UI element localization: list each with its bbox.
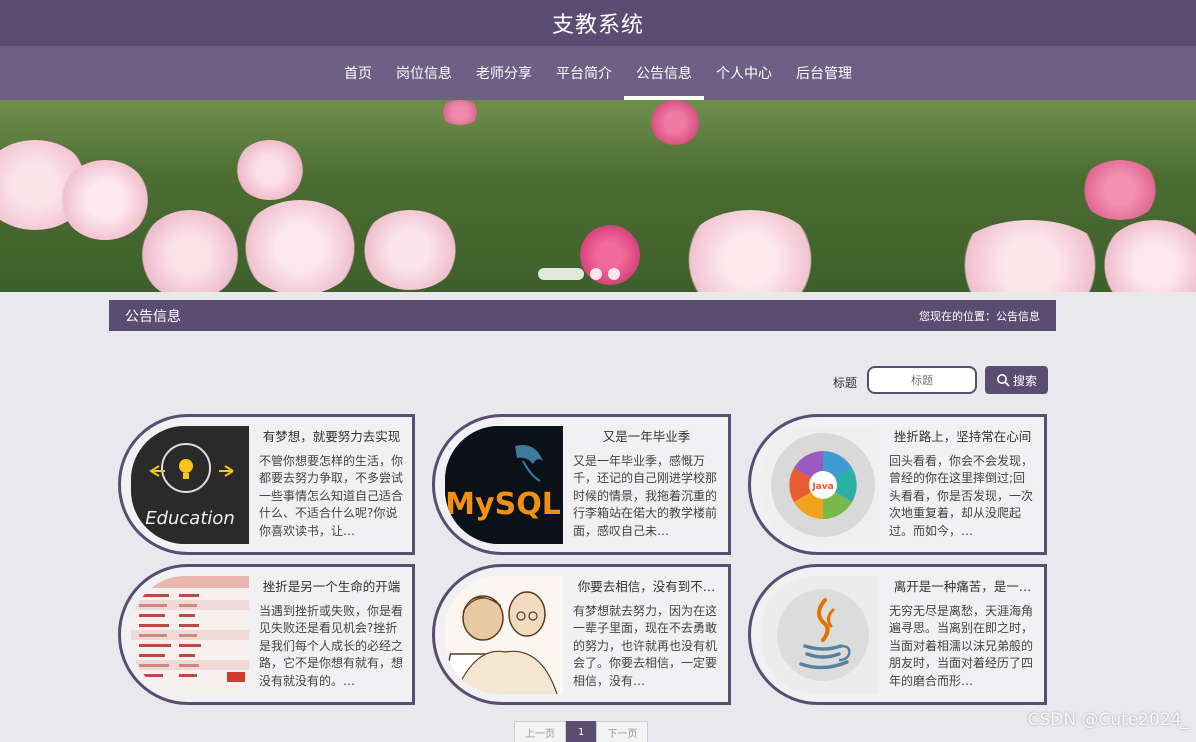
announcement-grid: Education 有梦想，就要努力去实现 不管你想要怎样的生活，你都要去努力争… — [118, 414, 1047, 705]
site-title: 支教系统 — [551, 13, 644, 38]
card-text: 有梦想，就要努力去实现 不管你想要怎样的生活，你都要去努力争取，不多尝试一些事情… — [249, 426, 412, 544]
pagination: 上一页 1 下一页 — [514, 721, 649, 742]
search-label: 标题 — [833, 376, 858, 390]
search-icon — [996, 374, 1010, 387]
java-diagram-image: Java — [761, 425, 879, 544]
announcement-card[interactable]: 离开是一种痛苦，是一… 无穷无尽是离愁，天涯海角遍寻思。当离别在即之时，当面对着… — [748, 564, 1047, 705]
next-page-button[interactable]: 下一页 — [596, 721, 649, 742]
card-text: 挫折路上，坚持常在心间 回头看看，你会不会发现，曾经的你在这里摔倒过;回头看看，… — [879, 426, 1044, 544]
card-summary: 不管你想要怎样的生活，你都要去努力争取，不多尝试一些事情怎么知道自己适合什么、不… — [259, 453, 404, 538]
current-page[interactable]: 1 — [566, 721, 597, 742]
card-title[interactable]: 你要去相信，没有到不… — [573, 576, 720, 595]
nav-item-announcements[interactable]: 公告信息 — [624, 46, 704, 100]
nav-item-about[interactable]: 平台简介 — [544, 46, 624, 100]
card-thumbnail: Education — [131, 425, 249, 544]
card-thumbnail — [761, 575, 879, 694]
search-button-label: 搜索 — [1012, 373, 1037, 388]
banner-flower — [360, 210, 460, 290]
svg-text:Education: Education — [145, 508, 235, 529]
announcement-card[interactable]: Education 有梦想，就要努力去实现 不管你想要怎样的生活，你都要去努力争… — [118, 414, 415, 555]
section-title: 公告信息 — [125, 308, 181, 325]
banner-flower — [60, 160, 150, 240]
education-image: Education — [131, 425, 249, 544]
announcement-card[interactable]: Java 挫折路上，坚持常在心间 回头看看，你会不会发现，曾经的你在这里摔倒过;… — [748, 414, 1047, 555]
nav-item-profile[interactable]: 个人中心 — [704, 46, 784, 100]
card-title[interactable]: 挫折是另一个生命的开端 — [259, 576, 404, 595]
search-button[interactable]: 搜索 — [985, 366, 1048, 394]
watermark: CSDN @Cute2024_ — [1027, 710, 1190, 730]
card-title[interactable]: 有梦想，就要努力去实现 — [259, 426, 404, 445]
banner-flower — [140, 210, 240, 292]
card-summary: 回头看看，你会不会发现，曾经的你在这里摔倒过;回头看看，你是否发现，一次次地重复… — [889, 453, 1034, 538]
card-thumbnail: MySQL — [445, 425, 563, 544]
card-title[interactable]: 又是一年毕业季 — [573, 426, 720, 445]
java-logo-image — [761, 575, 879, 694]
nav-item-home[interactable]: 首页 — [332, 46, 384, 100]
nav-item-teacher-share[interactable]: 老师分享 — [464, 46, 544, 100]
main-nav: 首页 岗位信息 老师分享 平台简介 公告信息 个人中心 后台管理 — [0, 46, 1196, 100]
banner-flower — [1080, 160, 1160, 220]
nav-item-admin[interactable]: 后台管理 — [784, 46, 864, 100]
prev-page-button[interactable]: 上一页 — [514, 721, 566, 742]
carousel-dot[interactable] — [590, 268, 602, 280]
svg-text:MySQL: MySQL — [445, 487, 561, 522]
carousel-dots — [538, 268, 620, 280]
breadcrumb: 您现在的位置：公告信息 — [919, 309, 1040, 323]
banner-flower — [950, 220, 1110, 292]
announcement-card[interactable]: 挫折是另一个生命的开端 当遇到挫折或失败，你是看见失败还是看见机会?挫折是我们每… — [118, 564, 415, 705]
nav-item-jobs[interactable]: 岗位信息 — [384, 46, 464, 100]
banner-flower — [680, 210, 820, 292]
carousel-dot-active[interactable] — [538, 268, 584, 280]
banner-carousel[interactable] — [0, 100, 1196, 292]
banner-flower — [240, 200, 360, 292]
banner-flower — [235, 140, 305, 200]
card-summary: 又是一年毕业季，感慨万千，还记的自己刚进学校那时候的情景，我拖着沉重的行李箱站在… — [573, 453, 718, 538]
banner-flower — [440, 100, 480, 125]
spreadsheet-image — [131, 575, 249, 694]
card-summary: 有梦想就去努力，因为在这一辈子里面，现在不去勇敢的努力，也许就再也没有机会了。你… — [573, 603, 718, 688]
card-text: 又是一年毕业季 又是一年毕业季，感慨万千，还记的自己刚进学校那时候的情景，我拖着… — [563, 426, 728, 544]
banner-flower — [1100, 220, 1196, 292]
card-thumbnail — [445, 575, 563, 694]
carousel-dot[interactable] — [608, 268, 620, 280]
search-input[interactable] — [867, 366, 977, 394]
announcement-card[interactable]: MySQL 又是一年毕业季 又是一年毕业季，感慨万千，还记的自己刚进学校那时候的… — [432, 414, 731, 555]
announcement-card[interactable]: 你要去相信，没有到不… 有梦想就去努力，因为在这一辈子里面，现在不去勇敢的努力，… — [432, 564, 731, 705]
card-title[interactable]: 离开是一种痛苦，是一… — [889, 576, 1036, 595]
card-text: 你要去相信，没有到不… 有梦想就去努力，因为在这一辈子里面，现在不去勇敢的努力，… — [563, 576, 728, 694]
card-thumbnail: Java — [761, 425, 879, 544]
card-summary: 当遇到挫折或失败，你是看见失败还是看见机会?挫折是我们每个人成长的必经之路，它不… — [259, 603, 404, 688]
card-text: 离开是一种痛苦，是一… 无穷无尽是离愁，天涯海角遍寻思。当离别在即之时，当面对着… — [879, 576, 1044, 694]
section-header: 公告信息 您现在的位置：公告信息 — [109, 300, 1056, 331]
header-bar: 支教系统 — [0, 0, 1196, 46]
svg-text:Java: Java — [811, 482, 833, 492]
card-thumbnail — [131, 575, 249, 694]
card-title[interactable]: 挫折路上，坚持常在心间 — [889, 426, 1036, 445]
programmers-sketch-image — [445, 575, 563, 694]
mysql-image: MySQL — [445, 425, 563, 544]
card-text: 挫折是另一个生命的开端 当遇到挫折或失败，你是看见失败还是看见机会?挫折是我们每… — [249, 576, 412, 694]
banner-flower — [650, 100, 700, 145]
card-summary: 无穷无尽是离愁，天涯海角遍寻思。当离别在即之时，当面对着相濡以沫兄弟般的朋友时，… — [889, 603, 1034, 688]
